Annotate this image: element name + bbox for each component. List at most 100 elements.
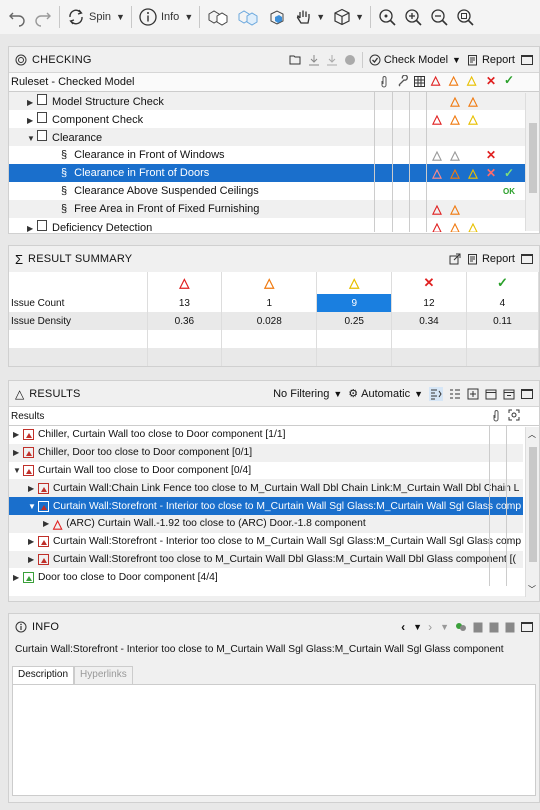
window-toggle-icon[interactable] bbox=[521, 388, 533, 399]
collapsed-arrow-icon[interactable]: ▶ bbox=[28, 555, 38, 564]
table-cell[interactable]: 1 bbox=[221, 294, 318, 312]
new-group-icon[interactable] bbox=[467, 388, 479, 400]
hand-tool-button[interactable]: ▼ bbox=[291, 3, 328, 31]
result-row[interactable]: ▶ Curtain Wall:Chain Link Fence too close… bbox=[9, 479, 523, 498]
result-row[interactable]: ▶ Door too close to Door component [4/4] bbox=[9, 568, 523, 587]
result-row[interactable]: ▼ Curtain Wall:Storefront - Interior too … bbox=[9, 497, 523, 515]
table-cell[interactable]: 12 bbox=[391, 294, 467, 312]
tree-row[interactable]: ▶ Model Structure Check △ △ bbox=[9, 92, 539, 110]
download-icon[interactable] bbox=[308, 54, 320, 66]
zoom-extent-button[interactable] bbox=[374, 3, 400, 31]
tree-row[interactable]: § Clearance in Front of Windows △ △ ✕ bbox=[9, 146, 539, 164]
tab-hyperlinks[interactable]: Hyperlinks bbox=[74, 666, 133, 684]
expanded-arrow-icon[interactable]: ▼ bbox=[27, 134, 37, 143]
undo-button[interactable] bbox=[4, 3, 30, 31]
column-divider bbox=[392, 128, 393, 146]
collapsed-arrow-icon[interactable]: ▶ bbox=[13, 448, 23, 457]
window-toggle-icon[interactable] bbox=[521, 54, 533, 65]
issue-group-icon bbox=[23, 464, 34, 476]
table-cell[interactable]: 0.028 bbox=[221, 312, 318, 330]
scroll-up-icon[interactable]: ︿ bbox=[528, 429, 536, 440]
collapsed-arrow-icon[interactable]: ▶ bbox=[43, 519, 53, 528]
accepted-check-icon: ✓ bbox=[466, 272, 540, 294]
scrollbar-thumb[interactable] bbox=[529, 447, 537, 562]
tree-row[interactable]: § Clearance in Front of Doors △ △ △ ✕ ✓ bbox=[9, 164, 539, 182]
clipboard-icon[interactable] bbox=[473, 621, 483, 633]
column-divider bbox=[489, 497, 490, 515]
stop-icon[interactable] bbox=[344, 54, 356, 66]
import-icon[interactable] bbox=[326, 54, 338, 66]
mode-dropdown[interactable]: ⚙ Automatic ▼ bbox=[348, 387, 423, 401]
expanded-arrow-icon[interactable]: ▼ bbox=[28, 502, 38, 511]
expanded-arrow-icon[interactable]: ▼ bbox=[13, 466, 23, 475]
sort-icon[interactable] bbox=[449, 388, 461, 400]
result-row[interactable]: ▶ Curtain Wall:Storefront too close to M_… bbox=[9, 550, 523, 569]
table-cell[interactable]: 13 bbox=[147, 294, 223, 312]
group-icon[interactable] bbox=[429, 386, 443, 401]
collapsed-arrow-icon[interactable]: ▶ bbox=[27, 116, 37, 125]
table-cell-selected[interactable]: 9 bbox=[316, 294, 393, 312]
checking-scrollbar[interactable] bbox=[525, 93, 539, 231]
report-button[interactable]: Report bbox=[467, 54, 515, 66]
tree-row[interactable]: § Clearance Above Suspended Ceilings OK bbox=[9, 182, 539, 200]
collapsed-arrow-icon[interactable]: ▶ bbox=[13, 430, 23, 439]
redo-button[interactable] bbox=[30, 3, 56, 31]
spin-button[interactable]: Spin ▼ bbox=[63, 3, 128, 31]
next-arrow-icon[interactable]: › bbox=[428, 620, 432, 634]
result-row[interactable]: ▶ Chiller, Curtain Wall too close to Door… bbox=[9, 426, 523, 444]
tree-row[interactable]: § Free Area in Front of Fixed Furnishing △… bbox=[9, 200, 539, 218]
open-folder-icon[interactable] bbox=[289, 54, 302, 65]
clipboard-icon[interactable] bbox=[489, 621, 499, 633]
rejected-x-icon: ✕ bbox=[486, 74, 497, 88]
table-cell[interactable]: 0.11 bbox=[466, 312, 540, 330]
check-model-button[interactable]: Check Model ▼ bbox=[369, 54, 461, 66]
result-row[interactable]: ▼ Curtain Wall too close to Door componen… bbox=[9, 461, 523, 480]
scroll-down-icon[interactable]: ﹀ bbox=[528, 584, 536, 595]
boxes-view-button[interactable] bbox=[203, 3, 233, 31]
result-row[interactable]: ▶ Chiller, Door too close to Door compone… bbox=[9, 443, 523, 462]
view-cube-button[interactable]: ▼ bbox=[328, 3, 367, 31]
result-row[interactable]: ▶ △ (ARC) Curtain Wall.-1.92 too close to … bbox=[9, 514, 523, 533]
info-button[interactable]: Info ▼ bbox=[135, 3, 196, 31]
header-divider bbox=[361, 51, 363, 68]
description-area[interactable] bbox=[12, 684, 536, 796]
zoom-out-button[interactable] bbox=[426, 3, 452, 31]
tab-description[interactable]: Description bbox=[12, 666, 75, 684]
chevron-down-icon[interactable]: ▼ bbox=[413, 622, 422, 632]
row-label: Issue Density bbox=[9, 312, 148, 330]
folder-remove-icon[interactable] bbox=[503, 388, 515, 400]
collapsed-arrow-icon[interactable]: ▶ bbox=[27, 98, 37, 107]
previous-arrow-icon[interactable]: ‹ bbox=[401, 620, 405, 634]
collapsed-arrow-icon[interactable]: ▶ bbox=[28, 537, 38, 546]
summary-report-button[interactable]: Report bbox=[467, 253, 515, 265]
column-divider bbox=[392, 164, 393, 182]
folder-add-icon[interactable] bbox=[485, 388, 497, 400]
zoom-in-button[interactable] bbox=[400, 3, 426, 31]
chevron-down-icon[interactable]: ▼ bbox=[440, 622, 449, 632]
zoom-window-button[interactable] bbox=[452, 3, 478, 31]
window-toggle-icon[interactable] bbox=[521, 254, 533, 264]
table-cell[interactable]: 0.25 bbox=[316, 312, 393, 330]
window-toggle-icon[interactable] bbox=[521, 622, 533, 632]
results-title: RESULTS bbox=[29, 387, 81, 400]
summary-export-icon[interactable] bbox=[449, 253, 461, 265]
clipboard-icon[interactable] bbox=[505, 621, 515, 633]
scrollbar-thumb[interactable] bbox=[529, 123, 537, 193]
boxes-blue-button[interactable] bbox=[233, 3, 263, 31]
results-scrollbar[interactable]: ︿ ﹀ bbox=[525, 427, 539, 597]
column-divider bbox=[489, 568, 490, 587]
cube-blue-button[interactable] bbox=[263, 3, 291, 31]
table-cell[interactable]: 4 bbox=[466, 294, 540, 312]
linked-icon[interactable] bbox=[455, 621, 467, 633]
table-cell[interactable]: 0.34 bbox=[391, 312, 467, 330]
filter-dropdown[interactable]: No Filtering ▼ bbox=[273, 388, 342, 400]
result-row[interactable]: ▶ Curtain Wall:Storefront - Interior too … bbox=[9, 532, 523, 551]
tree-row[interactable]: ▶ Deficiency Detection △ △ △ bbox=[9, 218, 539, 232]
collapsed-arrow-icon[interactable]: ▶ bbox=[27, 224, 37, 232]
collapsed-arrow-icon[interactable]: ▶ bbox=[28, 484, 38, 493]
tree-row[interactable]: ▼ Clearance bbox=[9, 128, 539, 146]
checking-tree-header: Ruleset - Checked Model △ △ △ ✕ ✓ bbox=[9, 73, 539, 92]
table-cell[interactable]: 0.36 bbox=[147, 312, 223, 330]
collapsed-arrow-icon[interactable]: ▶ bbox=[13, 573, 23, 582]
tree-row[interactable]: ▶ Component Check △ △ △ bbox=[9, 110, 539, 128]
